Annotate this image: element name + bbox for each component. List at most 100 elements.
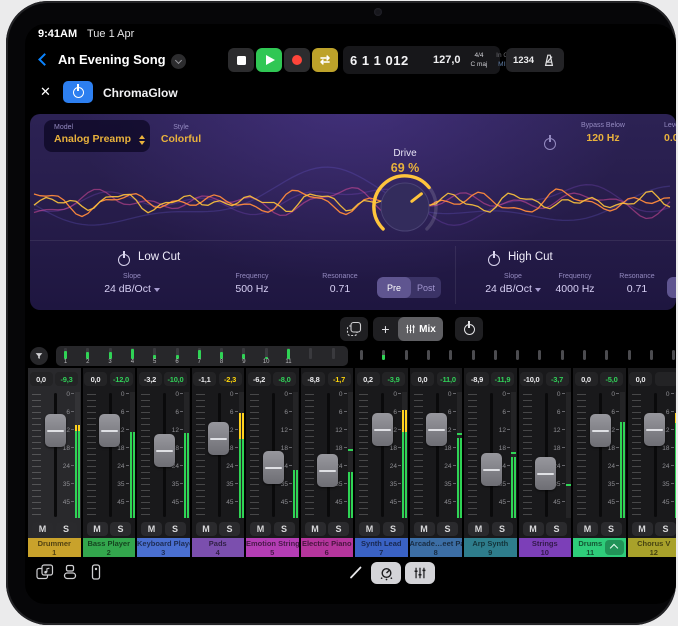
controls-view-button[interactable]	[371, 562, 401, 584]
mute-button[interactable]: M	[523, 522, 544, 536]
mute-button[interactable]: M	[196, 522, 217, 536]
level-control[interactable]: Level 0.0	[658, 122, 676, 144]
high-cut-resonance[interactable]: Resonance 0.71	[605, 273, 669, 295]
fader-handle[interactable]	[535, 457, 556, 490]
pre-segment[interactable]: Pre	[377, 277, 411, 298]
mixer-channel[interactable]: -10,0 -3,7 061218243545 M S Strings 10	[519, 368, 572, 557]
channel-volume-value[interactable]: 0,0	[411, 372, 434, 386]
high-cut-pre-post-toggle[interactable]: Pre Post	[667, 277, 676, 298]
channel-peak-value[interactable]: -3,7	[546, 372, 569, 386]
low-cut-resonance[interactable]: Resonance 0.71	[308, 273, 372, 295]
mixer-channel[interactable]: 0,0 -9,3 061218243545 M S Drummer 1	[28, 368, 81, 557]
bypass-power-icon[interactable]	[544, 138, 556, 150]
channel-volume-value[interactable]: -8,8	[302, 372, 325, 386]
back-chevron-icon[interactable]	[38, 53, 51, 66]
mute-button[interactable]: M	[414, 522, 435, 536]
solo-button[interactable]: S	[383, 522, 404, 536]
channel-volume-value[interactable]: -1,1	[193, 372, 216, 386]
solo-button[interactable]: S	[328, 522, 349, 536]
channel-peak-value[interactable]: -11,0	[437, 372, 460, 386]
stop-button[interactable]	[228, 48, 254, 72]
record-button[interactable]	[284, 48, 310, 72]
track-label[interactable]: Keyboard Player 3	[137, 538, 190, 557]
drive-knob[interactable]	[360, 169, 450, 241]
mute-button[interactable]: M	[468, 522, 489, 536]
track-label[interactable]: Chorus V 12	[628, 538, 677, 557]
channel-volume-value[interactable]: 0,0	[84, 372, 107, 386]
paste-button[interactable]	[340, 317, 368, 341]
high-cut-power-icon[interactable]	[488, 254, 500, 266]
close-icon[interactable]: ✕	[40, 84, 51, 100]
channel-volume-value[interactable]: 0,2	[357, 372, 380, 386]
connector-button[interactable]	[62, 564, 78, 580]
low-cut-power-icon[interactable]	[118, 254, 130, 266]
channel-peak-value[interactable]: -11,9	[491, 372, 514, 386]
track-label[interactable]: Strings 10	[519, 538, 572, 557]
model-selector[interactable]: Model Analog Preamp	[44, 120, 150, 152]
mute-button[interactable]: M	[577, 522, 598, 536]
mute-button[interactable]: M	[250, 522, 271, 536]
high-cut-frequency[interactable]: Frequency 4000 Hz	[541, 273, 609, 295]
channel-peak-value[interactable]	[655, 372, 677, 386]
channel-peak-value[interactable]: -1,7	[328, 372, 351, 386]
solo-button[interactable]: S	[110, 522, 131, 536]
add-plugin-button[interactable]: +	[373, 317, 398, 341]
mute-button[interactable]: M	[359, 522, 380, 536]
mixer-channel[interactable]: -8,9 -11,9 061218243545 M S Arp Synth 9	[464, 368, 517, 557]
fader-handle[interactable]	[426, 413, 447, 446]
channel-peak-value[interactable]: -5,0	[600, 372, 623, 386]
channel-peak-value[interactable]: -3,9	[382, 372, 405, 386]
solo-button[interactable]: S	[655, 522, 676, 536]
channel-peak-value[interactable]: -10,0	[164, 372, 187, 386]
overview-visible-range[interactable]: 1234567891011	[56, 346, 348, 366]
track-label[interactable]: Pads 4	[192, 538, 245, 557]
mixer-channel[interactable]: 0,0 061218243545 M S Chorus V 12	[628, 368, 677, 557]
song-menu-button[interactable]	[171, 54, 186, 69]
mute-button[interactable]: M	[141, 522, 162, 536]
fader-handle[interactable]	[45, 414, 66, 447]
track-label[interactable]: Electric Piano 6	[301, 538, 354, 557]
pre-segment[interactable]: Pre	[667, 277, 676, 298]
channel-peak-value[interactable]: -12,0	[110, 372, 133, 386]
mixer-channel[interactable]: 0,0 -12,0 061218243545 M S Bass Player 2	[83, 368, 136, 557]
mix-toggle-button[interactable]: Mix	[398, 317, 443, 341]
solo-button[interactable]: S	[165, 522, 186, 536]
solo-button[interactable]: S	[219, 522, 240, 536]
mixer-channel[interactable]: -3,2 -10,0 061218243545 M S Keyboard Pla…	[137, 368, 190, 557]
fader-handle[interactable]	[590, 414, 611, 447]
mute-button[interactable]: M	[87, 522, 108, 536]
fader-handle[interactable]	[154, 434, 175, 467]
solo-button[interactable]: S	[546, 522, 567, 536]
fader-handle[interactable]	[481, 453, 502, 486]
channel-volume-value[interactable]: -10,0	[520, 372, 543, 386]
track-label[interactable]: Synth Lead 7	[355, 538, 408, 557]
channel-peak-value[interactable]: -2,3	[219, 372, 242, 386]
channel-volume-value[interactable]: 0,0	[30, 372, 53, 386]
fader-handle[interactable]	[99, 414, 120, 447]
low-cut-pre-post-toggle[interactable]: Pre Post	[377, 277, 441, 298]
channel-peak-value[interactable]: -9,3	[55, 372, 78, 386]
fader-handle[interactable]	[372, 413, 393, 446]
browser-button[interactable]	[36, 564, 52, 580]
track-label[interactable]: Emotion Strings 5	[246, 538, 299, 557]
low-cut-slope[interactable]: Slope 24 dB/Oct	[96, 273, 168, 295]
solo-button[interactable]: S	[492, 522, 513, 536]
mute-button[interactable]: M	[632, 522, 653, 536]
fader-handle[interactable]	[317, 454, 338, 487]
mute-button[interactable]: M	[32, 522, 53, 536]
high-cut-slope[interactable]: Slope 24 dB/Oct	[477, 273, 549, 295]
mute-button[interactable]: M	[305, 522, 326, 536]
solo-button[interactable]: S	[56, 522, 77, 536]
channel-volume-value[interactable]: 0,0	[629, 372, 652, 386]
channel-peak-value[interactable]: -8,0	[273, 372, 296, 386]
bypass-control[interactable]: Bypass Below 120 Hz	[565, 122, 641, 144]
track-label[interactable]: Arcade…eet Pad 8	[410, 538, 463, 557]
mixer-channel[interactable]: 0,0 -5,0 061218243545 M S Drums 11	[573, 368, 626, 557]
solo-button[interactable]: S	[437, 522, 458, 536]
low-cut-frequency[interactable]: Frequency 500 Hz	[218, 273, 286, 295]
lcd-display[interactable]: 6 1 1 012 127,0 4/4 C maj In Out MIDI	[343, 46, 500, 74]
mixer-channel[interactable]: 0,2 -3,9 061218243545 M S Synth Lead 7	[355, 368, 408, 557]
cycle-button[interactable]: ⇄	[312, 48, 338, 72]
style-selector[interactable]: Style Colorful	[148, 120, 214, 145]
mixer-channel[interactable]: -1,1 -2,3 061218243545 M S Pads 4	[192, 368, 245, 557]
